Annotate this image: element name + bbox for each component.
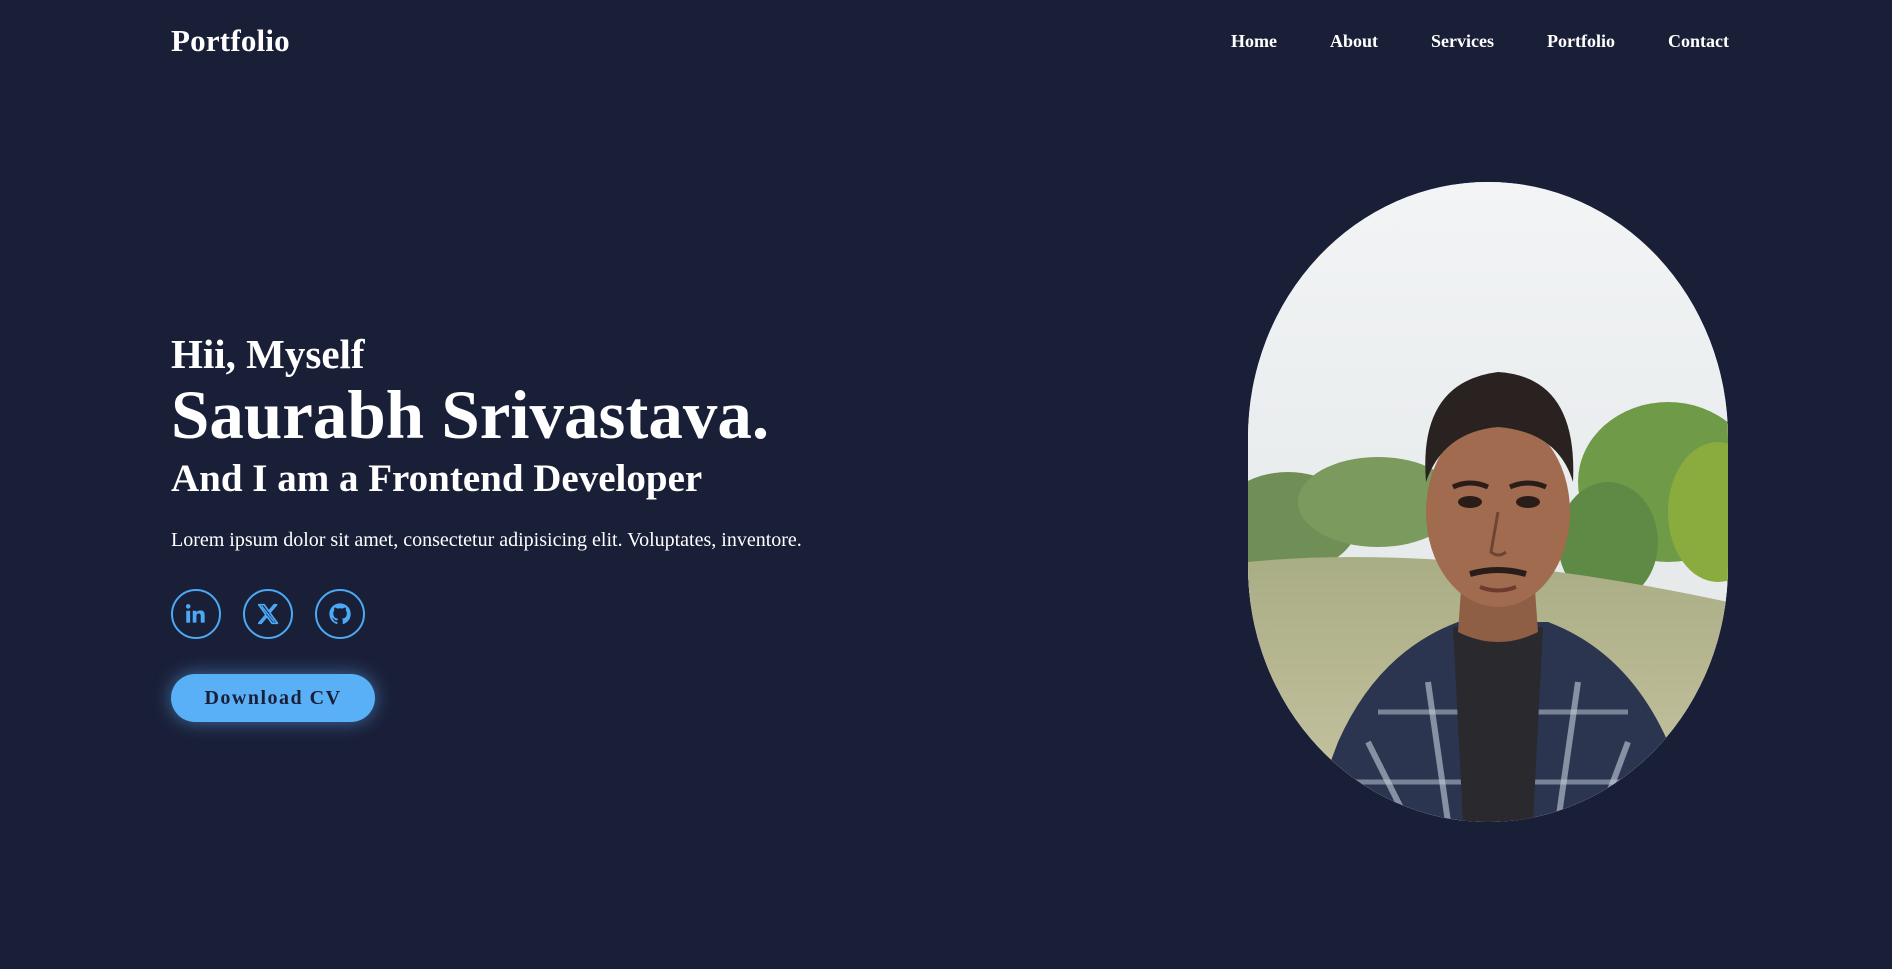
nav-home[interactable]: Home: [1231, 31, 1277, 52]
hero-description: Lorem ipsum dolor sit amet, consectetur …: [171, 529, 802, 551]
site-header: Portfolio Home About Services Portfolio …: [171, 0, 1729, 84]
github-icon: [329, 603, 351, 625]
hero-greeting: Hii, Myself: [171, 331, 365, 377]
profile-photo: [1248, 182, 1728, 822]
social-links: [171, 589, 891, 639]
linkedin-icon: [185, 604, 205, 623]
github-link[interactable]: [315, 589, 365, 639]
main-nav: Home About Services Portfolio Contact: [1231, 31, 1729, 52]
nav-portfolio[interactable]: Portfolio: [1547, 31, 1615, 52]
download-cv-button[interactable]: Download CV: [171, 674, 375, 722]
profile-photo-image: [1248, 182, 1728, 822]
nav-contact[interactable]: Contact: [1668, 31, 1729, 52]
hero-name: Saurabh Srivastava.: [171, 377, 770, 453]
hero-section: Hii, Myself Saurabh Srivastava. And I am…: [171, 330, 891, 722]
linkedin-link[interactable]: [171, 589, 221, 639]
nav-services[interactable]: Services: [1431, 31, 1494, 52]
hero-role: And I am a Frontend Developer: [171, 457, 703, 500]
x-twitter-link[interactable]: [243, 589, 293, 639]
page: Portfolio Home About Services Portfolio …: [0, 0, 1892, 969]
nav-about[interactable]: About: [1330, 31, 1378, 52]
x-twitter-icon: [257, 603, 279, 625]
logo[interactable]: Portfolio: [171, 23, 290, 59]
